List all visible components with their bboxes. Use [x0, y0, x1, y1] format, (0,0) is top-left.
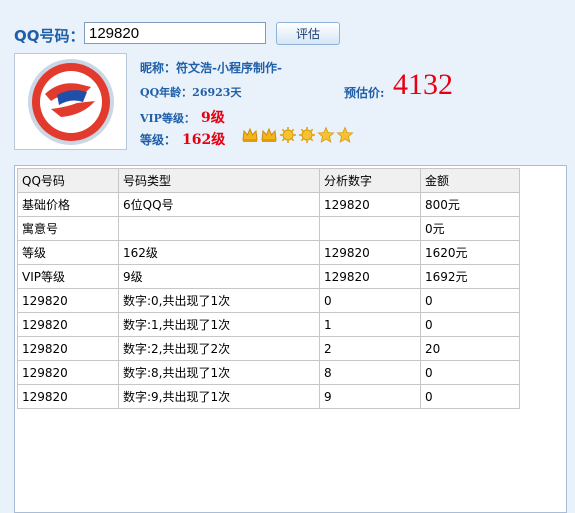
table-cell: 0 — [420, 288, 520, 313]
nickname-label: 昵称： — [140, 61, 177, 75]
table-cell: 数字:9,共出现了1次 — [118, 384, 320, 409]
sun-icon — [299, 127, 315, 143]
qq-age-value: 26923天 — [192, 86, 242, 99]
table-cell: 数字:2,共出现了2次 — [118, 336, 320, 361]
vip-level-value: 9级 — [200, 110, 225, 126]
table-cell: 数字:0,共出现了1次 — [118, 288, 320, 313]
nickname-value: 符文浩-小程序制作- — [176, 61, 282, 75]
table-cell: 0 — [420, 360, 520, 385]
table-header-row: QQ号码 号码类型 分析数字 金额 — [17, 168, 520, 193]
table-cell: 1692元 — [420, 264, 520, 289]
sun-icon — [280, 127, 296, 143]
qq-age-label: QQ年龄： — [140, 86, 193, 99]
table-cell — [118, 216, 320, 241]
table-cell: 129820 — [17, 336, 119, 361]
table-cell: 129820 — [17, 312, 119, 337]
table-cell: 1 — [319, 312, 421, 337]
table-cell: 寓意号 — [17, 216, 119, 241]
table-cell: 0元 — [420, 216, 520, 241]
table-cell — [319, 216, 421, 241]
table-cell: 129820 — [17, 288, 119, 313]
table-row: 寓意号 0元 — [17, 216, 520, 241]
column-header: 分析数字 — [319, 168, 421, 193]
table-cell: 9级 — [118, 264, 320, 289]
vip-level-label: VIP等级： — [140, 112, 195, 125]
table-cell: 129820 — [17, 384, 119, 409]
star-icon — [317, 126, 335, 143]
table-cell: 129820 — [319, 240, 421, 265]
table-cell: 0 — [420, 312, 520, 337]
level-row: 等级： 162级 — [140, 129, 225, 149]
table-cell: 数字:8,共出现了1次 — [118, 360, 320, 385]
table-cell: 6位QQ号 — [118, 192, 320, 217]
estimated-price-value: 4132 — [393, 68, 453, 101]
table-cell: 8 — [319, 360, 421, 385]
table-row: 129820 数字:8,共出现了1次 8 0 — [17, 360, 520, 385]
column-header: QQ号码 — [17, 168, 119, 193]
table-row: VIP等级 9级 129820 1692元 — [17, 264, 520, 289]
estimated-price-label: 预估价: — [344, 86, 385, 100]
table-cell: 800元 — [420, 192, 520, 217]
table-cell: 2 — [319, 336, 421, 361]
analysis-table: QQ号码 号码类型 分析数字 金额 基础价格 6位QQ号 129820 800元… — [17, 168, 520, 409]
table-row: 129820 数字:9,共出现了1次 9 0 — [17, 384, 520, 409]
vip-level-row: VIP等级： 9级 — [140, 107, 225, 127]
table-cell: 等级 — [17, 240, 119, 265]
nickname-row: 昵称：符文浩-小程序制作- — [140, 59, 282, 76]
star-icon — [336, 126, 354, 143]
table-row: 基础价格 6位QQ号 129820 800元 — [17, 192, 520, 217]
crown-icon — [242, 127, 258, 142]
qq-number-label: QQ号码： — [14, 27, 85, 45]
table-cell: 0 — [319, 288, 421, 313]
table-row: 129820 数字:0,共出现了1次 0 0 — [17, 288, 520, 313]
column-header: 号码类型 — [118, 168, 320, 193]
column-header: 金额 — [420, 168, 520, 193]
level-label: 等级： — [140, 133, 177, 147]
avatar — [14, 53, 127, 150]
table-cell: 1620元 — [420, 240, 520, 265]
table-cell: 9 — [319, 384, 421, 409]
table-cell: 数字:1,共出现了1次 — [118, 312, 320, 337]
level-icons — [241, 126, 354, 144]
analysis-table-panel: QQ号码 号码类型 分析数字 金额 基础价格 6位QQ号 129820 800元… — [14, 165, 567, 513]
table-cell: 162级 — [118, 240, 320, 265]
table-cell: 0 — [420, 384, 520, 409]
evaluate-button[interactable]: 评估 — [276, 22, 340, 45]
table-cell: 20 — [420, 336, 520, 361]
table-cell: 129820 — [319, 264, 421, 289]
level-value: 162级 — [182, 132, 226, 148]
table-cell: VIP等级 — [17, 264, 119, 289]
table-row: 129820 数字:2,共出现了2次 2 20 — [17, 336, 520, 361]
table-cell: 129820 — [319, 192, 421, 217]
avatar-logo-icon — [28, 59, 114, 145]
qq-age-row: QQ年龄：26923天 — [140, 84, 241, 100]
crown-icon — [261, 127, 277, 142]
table-cell: 129820 — [17, 360, 119, 385]
table-row: 等级 162级 129820 1620元 — [17, 240, 520, 265]
table-cell: 基础价格 — [17, 192, 119, 217]
table-row: 129820 数字:1,共出现了1次 1 0 — [17, 312, 520, 337]
qq-number-input[interactable] — [84, 22, 266, 44]
